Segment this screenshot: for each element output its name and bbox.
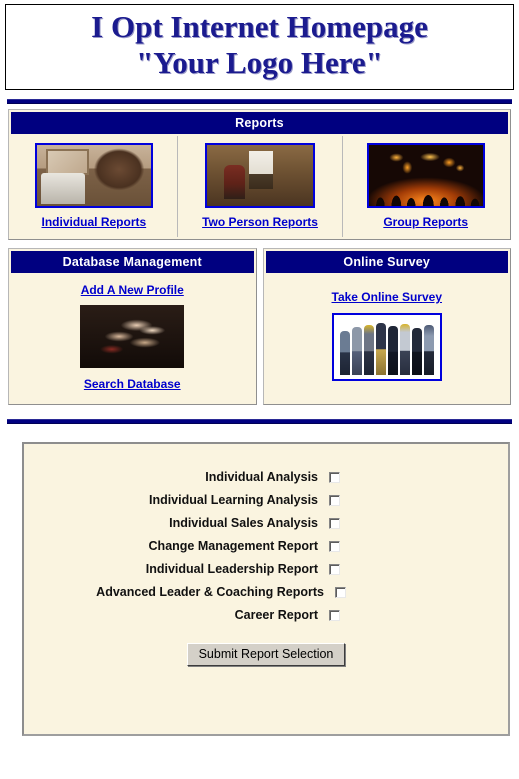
online-survey-heading: Online Survey bbox=[265, 251, 508, 273]
checkbox-row-individual-leadership-report[interactable]: Individual Leadership Report bbox=[24, 562, 508, 576]
worker-figure bbox=[411, 328, 422, 375]
checkbox-row-individual-learning-analysis[interactable]: Individual Learning Analysis bbox=[24, 493, 508, 507]
divider-rule-bottom bbox=[7, 419, 512, 424]
worker-figure bbox=[423, 325, 434, 375]
checkbox-row-individual-analysis[interactable]: Individual Analysis bbox=[24, 470, 508, 484]
reports-section-heading: Reports bbox=[11, 112, 508, 134]
world-map-crowd-photo[interactable] bbox=[366, 143, 485, 208]
take-online-survey-link[interactable]: Take Online Survey bbox=[332, 290, 443, 304]
submit-report-selection-button[interactable]: Submit Report Selection bbox=[186, 643, 346, 666]
checkbox-row-individual-sales-analysis[interactable]: Individual Sales Analysis bbox=[24, 516, 508, 530]
worker-figure bbox=[351, 327, 362, 375]
checkbox-label: Career Report bbox=[234, 608, 318, 622]
database-management-body: Add A New Profile Search Database bbox=[11, 273, 254, 402]
reports-grid: Individual Reports Two Person Reports Gr… bbox=[11, 136, 508, 237]
group-of-workers-photo[interactable] bbox=[331, 313, 442, 381]
checkbox-individual-learning-analysis[interactable] bbox=[329, 494, 340, 506]
search-database-link[interactable]: Search Database bbox=[84, 377, 181, 391]
online-survey-panel: Online Survey Take Online Survey bbox=[262, 248, 511, 405]
two-people-warehouse-photo[interactable] bbox=[205, 143, 315, 208]
two-person-reports-link[interactable]: Two Person Reports bbox=[202, 215, 318, 229]
checkbox-individual-sales-analysis[interactable] bbox=[329, 517, 340, 529]
add-new-profile-link[interactable]: Add A New Profile bbox=[81, 283, 184, 297]
page-title-line1: I Opt Internet Homepage bbox=[91, 9, 428, 44]
worker-figure bbox=[363, 325, 374, 375]
database-management-heading: Database Management bbox=[11, 251, 254, 273]
checkbox-individual-leadership-report[interactable] bbox=[329, 563, 340, 575]
checkbox-change-management-report[interactable] bbox=[329, 540, 340, 552]
checkbox-row-change-management-report[interactable]: Change Management Report bbox=[24, 539, 508, 553]
worker-figure bbox=[387, 326, 398, 375]
man-at-desk-photo[interactable] bbox=[34, 143, 153, 208]
report-card-individual[interactable]: Individual Reports bbox=[11, 136, 177, 237]
checkbox-label: Change Management Report bbox=[148, 539, 318, 553]
worker-figure bbox=[339, 331, 350, 375]
online-survey-body: Take Online Survey bbox=[265, 273, 508, 391]
worker-figure bbox=[375, 323, 386, 375]
worker-figure bbox=[399, 324, 410, 375]
page-title-line2: "Your Logo Here" bbox=[136, 45, 383, 80]
joined-hands-photo bbox=[80, 305, 185, 368]
checkbox-advanced-leader-coaching-reports[interactable] bbox=[335, 586, 346, 598]
mid-section: Database Management Add A New Profile Se… bbox=[8, 248, 511, 405]
database-management-panel: Database Management Add A New Profile Se… bbox=[8, 248, 257, 405]
checkbox-label: Individual Analysis bbox=[205, 470, 318, 484]
checkbox-individual-analysis[interactable] bbox=[329, 471, 340, 483]
report-card-two-person[interactable]: Two Person Reports bbox=[176, 136, 343, 237]
individual-reports-link[interactable]: Individual Reports bbox=[41, 215, 146, 229]
checkbox-career-report[interactable] bbox=[329, 609, 340, 621]
checkbox-row-career-report[interactable]: Career Report bbox=[24, 608, 508, 622]
report-selection-form: Individual Analysis Individual Learning … bbox=[22, 442, 510, 736]
checkbox-label: Individual Sales Analysis bbox=[169, 516, 318, 530]
checkbox-label: Advanced Leader & Coaching Reports bbox=[96, 585, 324, 599]
page-header-banner: I Opt Internet Homepage "Your Logo Here" bbox=[5, 4, 514, 90]
checkbox-row-advanced-leader-coaching-reports[interactable]: Advanced Leader & Coaching Reports bbox=[24, 585, 508, 599]
submit-button-container: Submit Report Selection bbox=[24, 643, 508, 666]
reports-section: Reports Individual Reports Two Person Re… bbox=[8, 109, 511, 240]
group-reports-link[interactable]: Group Reports bbox=[383, 215, 468, 229]
checkbox-label: Individual Learning Analysis bbox=[148, 493, 318, 507]
report-card-group[interactable]: Group Reports bbox=[342, 136, 508, 237]
divider-rule-top bbox=[7, 99, 512, 104]
checkbox-label: Individual Leadership Report bbox=[145, 562, 318, 576]
